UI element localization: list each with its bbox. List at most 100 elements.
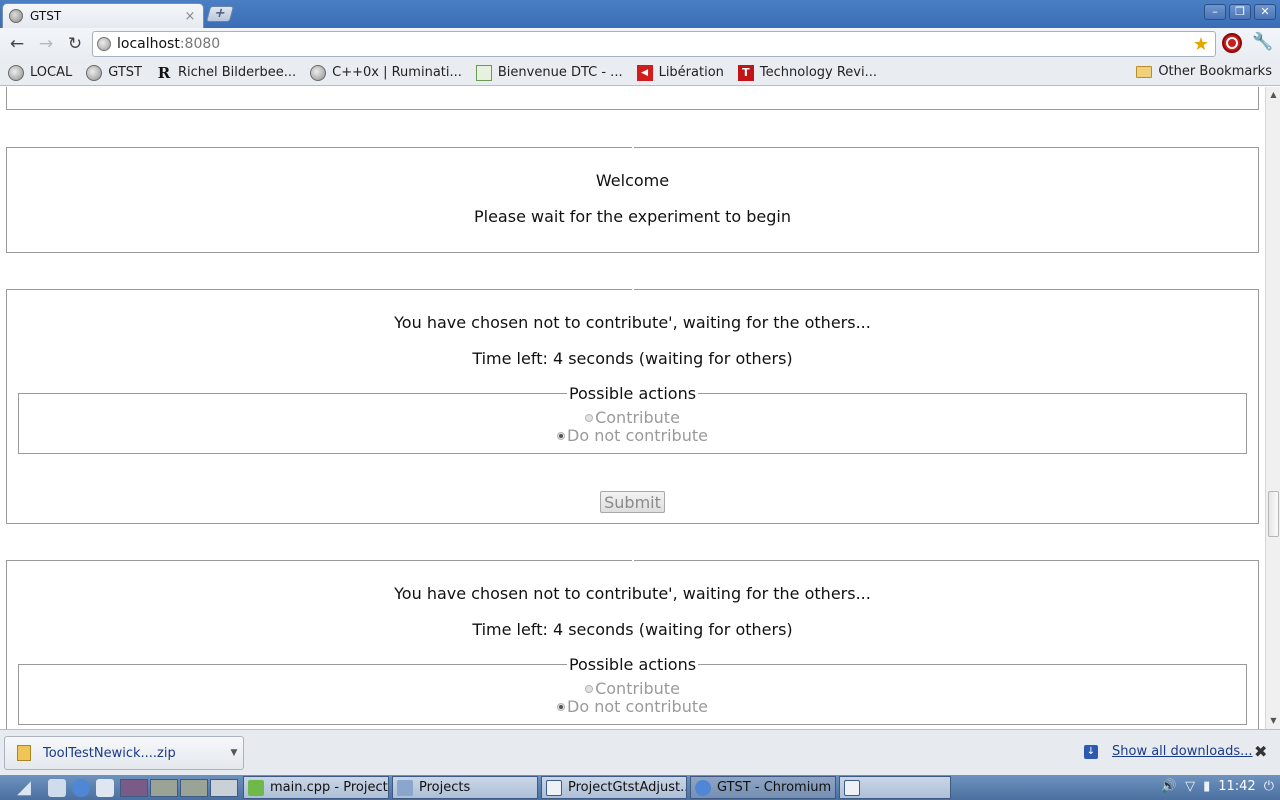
task-label: main.cpp - Project... (270, 780, 389, 795)
bookmark-dtc[interactable]: Bienvenue DTC - ... (475, 64, 623, 81)
welcome-message: Please wait for the experiment to begin (473, 207, 791, 226)
globe-icon (9, 9, 23, 23)
chromium-icon (695, 779, 711, 796)
r-icon: R (157, 63, 171, 82)
possible-actions-legend: Possible actions (566, 655, 699, 674)
close-window-button[interactable]: ✕ (1254, 4, 1276, 20)
shutdown-icon[interactable]: ⏻ (1264, 779, 1274, 794)
bookmark-label: C++0x | Ruminati... (332, 65, 462, 80)
download-shelf: ToolTestNewick....zip ▼ ↓ Show all downl… (0, 729, 1280, 775)
radio-contribute[interactable] (585, 413, 594, 422)
task-chromium[interactable]: GTST - Chromium (690, 776, 836, 799)
option-contribute[interactable]: Contribute (19, 408, 1246, 427)
folder-icon (1136, 65, 1153, 78)
possible-actions-fieldset: Possible actions Contribute Do not contr… (18, 655, 1247, 725)
bookmark-star-icon[interactable]: ★ (1193, 34, 1209, 55)
option-label: Contribute (595, 408, 680, 427)
scroll-down-icon[interactable]: ▼ (1268, 715, 1279, 726)
bookmarks-bar: LOCAL GTST R Richel Bilderbee... C++0x |… (0, 60, 1280, 86)
start-menu-icon[interactable]: ◢ (0, 775, 48, 800)
page-content: Welcome Please wait for the experiment t… (0, 87, 1265, 729)
bookmark-label: Technology Revi... (759, 65, 878, 80)
workspace-2[interactable] (150, 778, 178, 797)
chromium-launcher-icon[interactable] (72, 778, 90, 797)
close-tab-icon[interactable]: × (183, 9, 197, 24)
task-qt-creator[interactable]: main.cpp - Project... (243, 776, 389, 799)
download-item[interactable]: ToolTestNewick....zip ▼ (4, 736, 244, 770)
tab-gtst[interactable]: GTST × (2, 3, 204, 28)
bookmark-liberation[interactable]: ◀ Libération (636, 64, 724, 81)
address-bar[interactable]: localhost :8080 ★ (92, 31, 1216, 57)
workspace-1[interactable] (120, 778, 148, 797)
bookmark-label: GTST (108, 65, 142, 80)
possible-actions-legend: Possible actions (566, 384, 699, 403)
bookmark-technology-review[interactable]: T Technology Revi... (737, 64, 878, 81)
welcome-panel: Welcome Please wait for the experiment t… (6, 147, 1259, 253)
radio-do-not-contribute[interactable] (557, 431, 566, 440)
task-untitled[interactable] (839, 776, 951, 799)
scroll-up-icon[interactable]: ▲ (1268, 89, 1279, 100)
bookmark-label: LOCAL (30, 65, 73, 80)
globe-icon (310, 64, 327, 81)
title-bar: GTST × + – ❐ ✕ (0, 0, 1280, 28)
reload-button[interactable]: ↻ (63, 32, 87, 56)
bookmark-richel[interactable]: R Richel Bilderbee... (156, 63, 296, 82)
task-projects[interactable]: Projects (392, 776, 538, 799)
close-shelf-icon[interactable]: ✖ (1254, 742, 1267, 761)
option-contribute[interactable]: Contribute (19, 679, 1246, 698)
welcome-title: Welcome (595, 171, 670, 190)
time-left: Time left: 4 seconds (waiting for others… (472, 349, 793, 368)
bookmark-gtst[interactable]: GTST (86, 64, 142, 81)
submit-button[interactable]: Submit (600, 491, 665, 513)
download-menu-icon[interactable]: ▼ (227, 748, 241, 758)
task-label: ProjectGtstAdjust... (568, 780, 687, 795)
bookmark-cpp0x[interactable]: C++0x | Ruminati... (310, 64, 462, 81)
taskbar: ◢ main.cpp - Project... Projects Project… (0, 775, 1280, 800)
show-all-downloads-link[interactable]: Show all downloads... (1112, 744, 1253, 759)
task-document[interactable]: ProjectGtstAdjust... (541, 776, 687, 799)
download-filename: ToolTestNewick....zip (43, 745, 176, 761)
show-all-downloads: ↓ Show all downloads... (1084, 744, 1253, 759)
globe-icon (8, 64, 24, 81)
globe-icon (86, 64, 103, 81)
browser-toolbar: ← → ↻ localhost :8080 ★ 🔧 (0, 28, 1280, 60)
possible-actions-fieldset: Possible actions Contribute Do not contr… (18, 384, 1247, 454)
file-manager-icon[interactable] (48, 778, 66, 797)
tab-title: GTST (30, 9, 62, 23)
maximize-button[interactable]: ❐ (1229, 4, 1251, 20)
window-controls: – ❐ ✕ (1204, 4, 1276, 20)
document-icon (546, 779, 562, 796)
radio-do-not-contribute[interactable] (557, 702, 566, 711)
forward-button[interactable]: → (34, 32, 58, 56)
windows-icon[interactable] (96, 778, 114, 797)
url-port: :8080 (179, 36, 221, 52)
downloads-icon: ↓ (1084, 744, 1098, 759)
workspace-3[interactable] (180, 778, 208, 797)
back-button[interactable]: ← (5, 32, 29, 56)
bookmark-local[interactable]: LOCAL (8, 64, 73, 81)
other-bookmarks[interactable]: Other Bookmarks (1136, 64, 1272, 79)
scrollbar-thumb[interactable] (1268, 491, 1279, 537)
zip-file-icon (17, 745, 31, 761)
workspace-4[interactable] (210, 778, 238, 797)
wrench-menu-icon[interactable]: 🔧 (1252, 32, 1273, 52)
clock[interactable]: 11:42 (1218, 779, 1255, 794)
option-do-not-contribute[interactable]: Do not contribute (19, 426, 1246, 445)
new-tab-button[interactable]: + (205, 6, 235, 22)
task-label: GTST - Chromium (717, 780, 832, 795)
adblock-extension-icon[interactable] (1222, 33, 1242, 53)
power-icon[interactable]: ▮ (1203, 779, 1210, 794)
tr-icon: T (737, 64, 754, 81)
network-icon[interactable]: ▽ (1185, 779, 1195, 794)
folder-icon (397, 779, 413, 796)
round-panel: You have chosen not to contribute', wait… (6, 289, 1259, 524)
option-label: Contribute (595, 679, 680, 698)
other-bookmarks-label: Other Bookmarks (1158, 64, 1272, 79)
radio-contribute[interactable] (585, 684, 594, 693)
minimize-button[interactable]: – (1204, 4, 1226, 20)
vertical-scrollbar[interactable]: ▲ ▼ (1265, 87, 1280, 729)
document-icon (844, 779, 860, 796)
volume-icon[interactable]: 🔊 (1161, 779, 1177, 794)
page-icon (97, 37, 111, 51)
option-do-not-contribute[interactable]: Do not contribute (19, 697, 1246, 716)
